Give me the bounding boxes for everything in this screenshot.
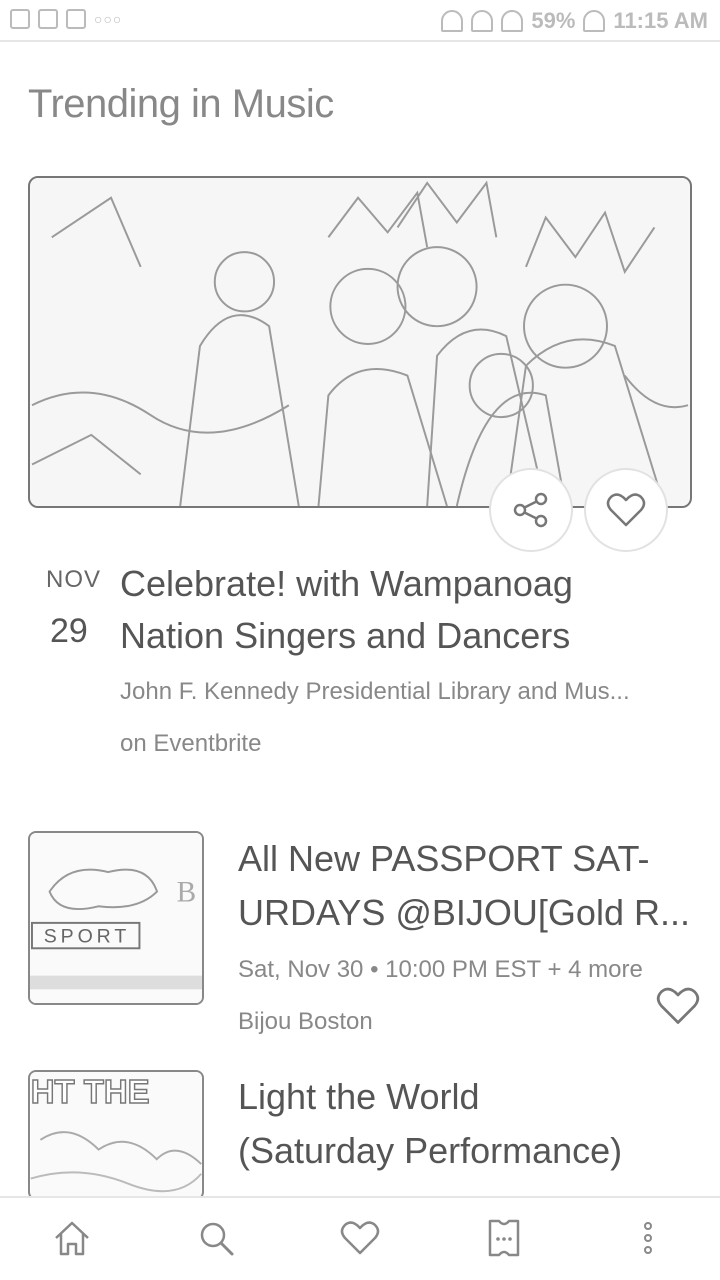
ticket-icon <box>488 1219 520 1257</box>
featured-event-title-line1: Celebrate! with Wampanoag <box>120 563 573 604</box>
event-date-month: NOV <box>46 566 102 593</box>
section-title: Trending in Music <box>28 82 334 126</box>
play-notification-icon <box>66 9 86 29</box>
nav-home-button[interactable] <box>50 1216 94 1260</box>
event-thumbnail-image: SPORT B <box>30 833 202 1003</box>
search-icon <box>200 1222 234 1256</box>
settings-notification-icon <box>38 9 58 29</box>
featured-event-source: on Eventbrite <box>120 730 262 757</box>
heart-icon <box>606 493 646 527</box>
status-notifications: ○○○ <box>10 9 122 29</box>
svg-text:B: B <box>177 876 197 908</box>
event-datetime: Sat, Nov 30 • 10:00 PM EST + 4 more <box>238 956 643 983</box>
event-title-line1: All New PASSPORT SAT- <box>238 838 650 879</box>
notification-icon <box>10 9 30 29</box>
event-title[interactable]: All New PASSPORT SAT- URDAYS @BIJOU[Gold… <box>238 832 698 940</box>
event-date-day: 29 <box>50 612 88 650</box>
thumb-headline-text: HT THE <box>31 1073 150 1110</box>
share-button[interactable] <box>489 468 573 552</box>
nav-search-button[interactable] <box>194 1216 238 1260</box>
home-icon <box>55 1221 89 1256</box>
event-like-button[interactable] <box>656 986 700 1026</box>
event-title-line2: (Saturday Performance) <box>238 1130 623 1171</box>
featured-event-photo <box>31 178 689 506</box>
bottom-navigation <box>0 1196 720 1280</box>
battery-icon <box>583 10 606 32</box>
more-icon <box>644 1222 652 1254</box>
signal-icon <box>501 10 524 32</box>
event-thumbnail-image: HT THE <box>30 1072 202 1198</box>
featured-event-title-line2: Nation Singers and Dancers <box>120 615 571 656</box>
thumb-logo-text: SPORT <box>44 925 130 947</box>
featured-event-title[interactable]: Celebrate! with Wampanoag Nation Singers… <box>120 558 700 662</box>
share-icon <box>513 492 548 528</box>
event-title-line2: URDAYS @BIJOU[Gold R... <box>238 892 690 933</box>
featured-event-venue: John F. Kennedy Presidential Library and… <box>120 678 630 705</box>
clock: 11:15 AM <box>613 8 708 33</box>
battery-percent: 59% <box>531 8 576 33</box>
status-system: 59% 11:15 AM <box>441 8 708 34</box>
event-title[interactable]: Light the World (Saturday Performance) <box>238 1070 698 1178</box>
bluetooth-icon <box>441 10 464 32</box>
more-notifications-icon: ○○○ <box>94 11 123 27</box>
nav-more-button[interactable] <box>626 1216 670 1260</box>
nav-tickets-button[interactable] <box>482 1216 526 1260</box>
heart-icon <box>340 1221 380 1255</box>
heart-icon <box>656 987 700 1024</box>
event-venue: Bijou Boston <box>238 1008 373 1035</box>
wifi-icon <box>471 10 494 32</box>
like-button[interactable] <box>584 468 668 552</box>
event-title-line1: Light the World <box>238 1076 480 1117</box>
event-thumbnail[interactable]: SPORT B <box>28 831 204 1005</box>
featured-event-image[interactable] <box>28 176 692 508</box>
status-bar: ○○○ 59% 11:15 AM <box>0 0 720 42</box>
nav-likes-button[interactable] <box>338 1216 382 1260</box>
event-thumbnail[interactable]: HT THE <box>28 1070 204 1200</box>
